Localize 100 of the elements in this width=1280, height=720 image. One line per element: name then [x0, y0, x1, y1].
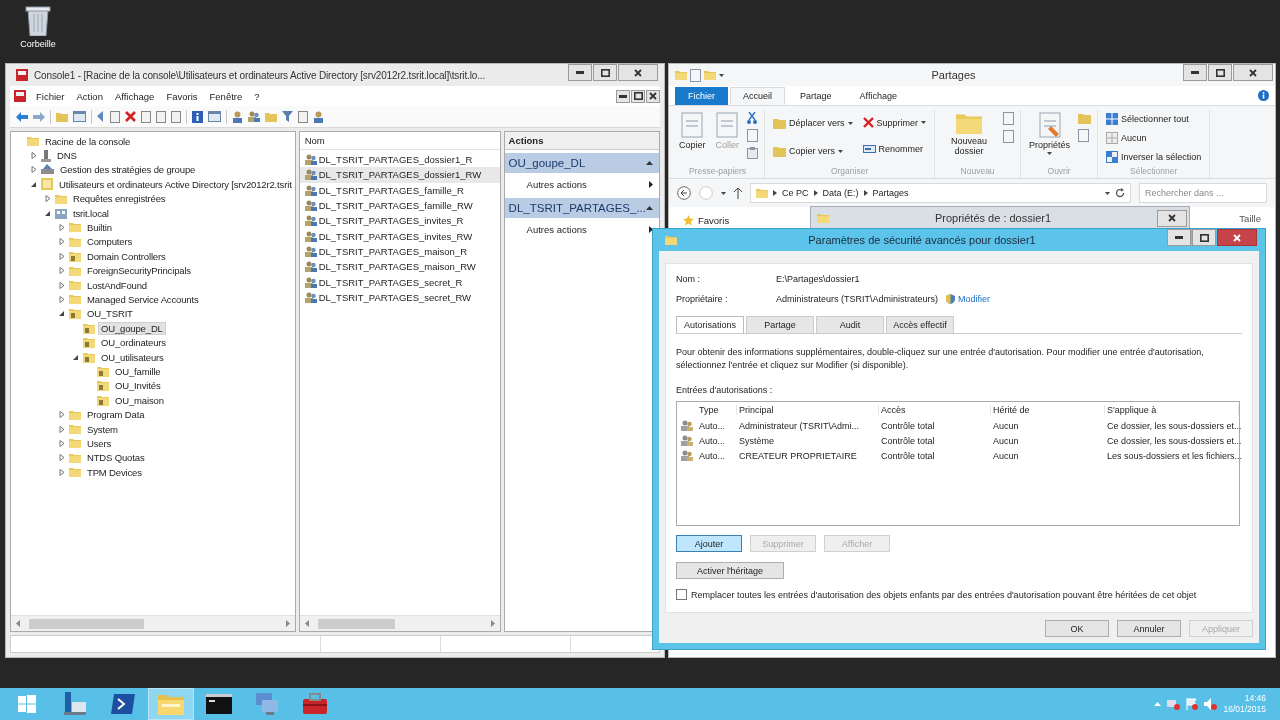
change-link[interactable]: Modifier	[946, 294, 991, 304]
dialog-tab[interactable]: Audit	[816, 316, 884, 333]
close-button[interactable]	[618, 64, 658, 81]
menu-item[interactable]: Action	[70, 88, 109, 104]
tree-item[interactable]: DNS	[54, 149, 80, 163]
ribbon-button[interactable]: Aucun	[1104, 131, 1204, 145]
tree-item[interactable]: Computers	[84, 235, 136, 249]
network-icon[interactable]	[1167, 698, 1181, 710]
list-row[interactable]: DL_TSRIT_PARTAGES_dossier1_RW	[299, 167, 500, 183]
back-icon[interactable]	[677, 186, 691, 200]
tree-item[interactable]: OU_ordinateurs	[98, 336, 169, 350]
tree-item[interactable]: TPM Devices	[84, 465, 145, 479]
minimize-button[interactable]	[1183, 64, 1207, 81]
maximize-button[interactable]	[593, 64, 617, 81]
ribbon-button[interactable]: Renommer	[860, 143, 929, 155]
scroll-right-icon[interactable]	[285, 620, 290, 627]
tree-item[interactable]: OU_famille	[112, 364, 164, 378]
minimize-button[interactable]	[1167, 229, 1191, 246]
recycle-bin-icon[interactable]	[25, 4, 51, 36]
delete-icon[interactable]	[125, 111, 136, 122]
filter-icon[interactable]	[282, 111, 293, 122]
tree-item[interactable]: Builtin	[84, 221, 115, 235]
dialog-tab[interactable]: Accès effectif	[886, 316, 954, 333]
menu-item[interactable]: Fenêtre	[203, 88, 249, 104]
ribbon-tab[interactable]: Fichier	[675, 86, 728, 105]
user-icon[interactable]	[232, 110, 243, 123]
dialog-button[interactable]: Annuler	[1117, 620, 1181, 637]
list-row[interactable]: DL_TSRIT_PARTAGES_invites_R	[299, 213, 500, 229]
checkbox-label[interactable]: Remplacer toutes les entrées d'autorisation des objets enfants par des entrées d'autorisation pouvant être héritées de cet objet	[691, 589, 1197, 600]
menu-item[interactable]: Fichier	[30, 88, 71, 104]
list-row[interactable]: DL_TSRIT_PARTAGES_secret_R	[299, 274, 500, 290]
panel-icon[interactable]	[208, 111, 221, 122]
action-item[interactable]: Autres actions	[504, 173, 659, 195]
action-item[interactable]: Autres actions	[504, 218, 659, 240]
tree-item[interactable]: OU_TSRIT	[84, 307, 136, 321]
tree-item[interactable]: System	[84, 422, 121, 436]
ribbon-button[interactable]: Sélectionner tout	[1104, 112, 1204, 126]
dialog-tab[interactable]: Partage	[746, 316, 814, 333]
document-icon[interactable]	[110, 110, 120, 123]
tree-item[interactable]: LostAndFound	[84, 278, 150, 292]
ribbon-button[interactable]: Copier vers	[771, 144, 855, 158]
minimize-button[interactable]	[568, 64, 592, 81]
ribbon-button[interactable]: Copier	[677, 110, 708, 166]
actions-section-header[interactable]: OU_goupe_DL	[504, 153, 659, 173]
close-button[interactable]	[646, 89, 660, 103]
close-button[interactable]	[1157, 209, 1187, 227]
forward-icon[interactable]	[33, 111, 45, 122]
dialog-button[interactable]: OK	[1045, 620, 1109, 637]
scrollbar[interactable]	[11, 615, 295, 631]
document-icon[interactable]	[156, 110, 166, 123]
scrollbar[interactable]	[299, 615, 500, 631]
ribbon-button[interactable]: Propriétés	[1027, 110, 1073, 166]
maximize-button[interactable]	[1208, 64, 1232, 81]
column-header[interactable]: Accès	[879, 405, 991, 415]
up-arrow-icon[interactable]	[734, 187, 742, 199]
tree-item[interactable]: Racine de la console	[42, 134, 134, 148]
refresh-icon[interactable]	[1115, 188, 1125, 198]
maximize-button[interactable]	[631, 89, 645, 103]
panel-icon[interactable]	[73, 111, 86, 122]
ribbon-tab[interactable]: Accueil	[730, 86, 786, 105]
nav-item[interactable]: Favoris	[683, 213, 730, 227]
arrow-icon[interactable]	[97, 111, 105, 122]
tree-item[interactable]: Program Data	[84, 408, 148, 422]
close-button[interactable]	[1233, 64, 1273, 81]
help-icon[interactable]	[1258, 90, 1269, 101]
column-header[interactable]: Taille	[1239, 213, 1261, 224]
user-icon[interactable]	[313, 110, 324, 123]
menu-item[interactable]: ?	[248, 88, 266, 104]
menu-item[interactable]: Favoris	[160, 88, 204, 104]
ribbon-tab[interactable]: Partage	[787, 86, 845, 105]
list-row[interactable]: DL_TSRIT_PARTAGES_secret_RW	[299, 289, 500, 305]
column-header[interactable]: S'applique à	[1105, 405, 1239, 415]
tree-item[interactable]: OU_goupe_DL	[98, 321, 166, 335]
desktop-icon-label[interactable]: Corbeille	[20, 39, 56, 49]
column-header[interactable]: Principal	[737, 405, 879, 415]
tree-item[interactable]: Users	[84, 436, 115, 450]
menu-item[interactable]: Affichage	[108, 88, 161, 104]
list-row[interactable]: DL_TSRIT_PARTAGES_maison_RW	[299, 259, 500, 275]
tree-item[interactable]: OU_maison	[112, 393, 167, 407]
document-icon[interactable]	[298, 110, 308, 123]
dialog-button[interactable]: Ajouter	[676, 535, 742, 552]
document-icon[interactable]	[171, 110, 181, 123]
column-header[interactable]: Nom	[304, 135, 325, 146]
search-field[interactable]: Rechercher dans ...	[1139, 183, 1267, 203]
scroll-left-icon[interactable]	[304, 620, 309, 627]
minimize-button[interactable]	[616, 89, 630, 103]
list-row[interactable]: DL_TSRIT_PARTAGES_dossier1_R	[299, 152, 500, 168]
inheritance-button[interactable]: Activer l'héritage	[676, 562, 784, 579]
dialog-tab[interactable]: Autorisations	[676, 316, 744, 333]
caret-icon[interactable]	[1154, 702, 1162, 706]
ribbon-button[interactable]: Supprimer	[860, 116, 929, 129]
list-row[interactable]: DL_TSRIT_PARTAGES_famille_R	[299, 182, 500, 198]
ribbon-button[interactable]: Nouveau dossier	[941, 110, 998, 166]
tree-item[interactable]: tsrit.local	[70, 206, 112, 220]
scroll-left-icon[interactable]	[16, 620, 20, 627]
address-bar[interactable]: Ce PC Data (E:) Partages	[750, 183, 1131, 203]
checkbox[interactable]	[676, 589, 687, 600]
ribbon-button[interactable]: Déplacer vers	[771, 116, 855, 130]
list-row[interactable]: DL_TSRIT_PARTAGES_maison_R	[299, 243, 500, 260]
tree-item[interactable]: Gestion des stratégies de groupe	[57, 163, 199, 177]
